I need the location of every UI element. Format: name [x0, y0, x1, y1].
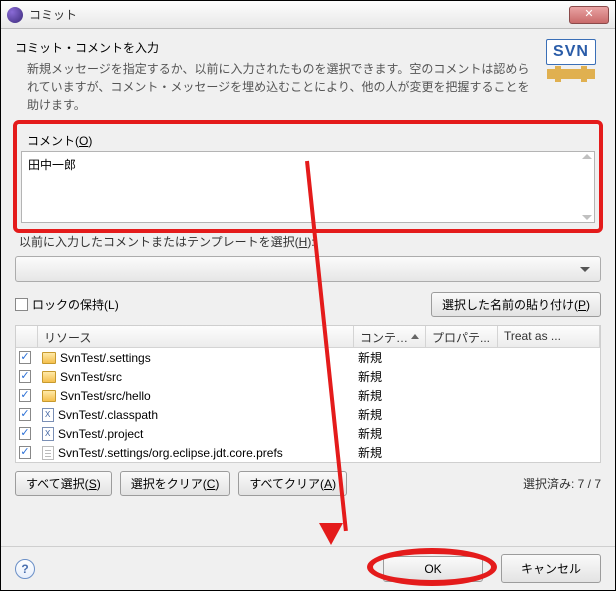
- previous-comment-combo[interactable]: [15, 256, 601, 282]
- dialog-footer: ? OK キャンセル: [1, 546, 615, 590]
- comment-group-highlight: コメント(O) 田中一郎: [13, 120, 603, 233]
- help-button[interactable]: ?: [15, 559, 35, 579]
- cancel-button[interactable]: キャンセル: [501, 554, 601, 583]
- row-checkbox[interactable]: [19, 389, 30, 402]
- ok-button[interactable]: OK: [383, 556, 483, 582]
- lock-label: ロックの保持(L): [32, 296, 119, 313]
- titlebar: コミット ✕: [1, 1, 615, 29]
- table-row[interactable]: SvnTest/src 新規: [16, 367, 600, 386]
- previous-comment-label: 以前に入力したコメントまたはテンプレートを選択(H):: [1, 233, 615, 250]
- xml-icon: [42, 408, 54, 422]
- svn-logo: SVN: [541, 39, 601, 99]
- row-name: SvnTest/.settings/org.eclipse.jdt.core.p…: [58, 446, 283, 460]
- clear-all-button[interactable]: すべてクリア(A): [238, 471, 347, 496]
- paste-names-button[interactable]: 選択した名前の貼り付け(P): [431, 292, 601, 317]
- table-row[interactable]: SvnTest/src/hello 新規: [16, 386, 600, 405]
- row-checkbox[interactable]: [19, 408, 30, 421]
- col-treat[interactable]: Treat as ...: [498, 326, 600, 347]
- comment-value: 田中一郎: [28, 158, 76, 172]
- comment-label: コメント(O): [21, 130, 595, 149]
- folder-icon: [42, 390, 56, 402]
- comment-textarea[interactable]: 田中一郎: [21, 151, 595, 223]
- col-resource[interactable]: リソース: [38, 326, 354, 347]
- row-content: 新規: [354, 368, 426, 385]
- row-content: 新規: [354, 406, 426, 423]
- file-icon: [42, 446, 54, 460]
- commit-dialog: コミット ✕ コミット・コメントを入力 新規メッセージを指定するか、以前に入力さ…: [0, 0, 616, 591]
- folder-icon: [42, 371, 56, 383]
- selection-status: 選択済み: 7 / 7: [523, 475, 601, 492]
- table-row[interactable]: SvnTest/.project 新規: [16, 424, 600, 443]
- header-description: 新規メッセージを指定するか、以前に入力されたものを選択できます。空のコメントは認…: [15, 60, 541, 114]
- row-name: SvnTest/.project: [58, 427, 143, 441]
- row-checkbox[interactable]: [19, 351, 30, 364]
- row-checkbox[interactable]: [19, 427, 30, 440]
- table-header: リソース コンテンツ プロパテ... Treat as ...: [16, 326, 600, 348]
- annotation-arrow-head: [319, 523, 343, 545]
- row-name: SvnTest/src/hello: [60, 389, 151, 403]
- row-checkbox[interactable]: [19, 370, 30, 383]
- row-content: 新規: [354, 349, 426, 366]
- close-button[interactable]: ✕: [569, 6, 609, 24]
- table-row[interactable]: SvnTest/.classpath 新規: [16, 405, 600, 424]
- scroll-down-icon[interactable]: [582, 215, 592, 220]
- table-row[interactable]: SvnTest/.settings 新規: [16, 348, 600, 367]
- row-checkbox[interactable]: [19, 446, 30, 459]
- app-icon: [7, 7, 23, 23]
- row-content: 新規: [354, 387, 426, 404]
- lock-checkbox[interactable]: [15, 298, 28, 311]
- table-row[interactable]: SvnTest/.settings/org.eclipse.jdt.core.p…: [16, 443, 600, 462]
- folder-icon: [42, 352, 56, 364]
- header-heading: コミット・コメントを入力: [15, 39, 541, 56]
- row-name: SvnTest/.classpath: [58, 408, 158, 422]
- xml-icon: [42, 427, 54, 441]
- scroll-up-icon[interactable]: [582, 154, 592, 159]
- window-title: コミット: [29, 6, 569, 23]
- row-name: SvnTest/.settings: [60, 351, 151, 365]
- row-content: 新規: [354, 425, 426, 442]
- clear-selection-button[interactable]: 選択をクリア(C): [120, 471, 231, 496]
- file-table: リソース コンテンツ プロパテ... Treat as ... SvnTest/…: [15, 325, 601, 463]
- row-name: SvnTest/src: [60, 370, 122, 384]
- header: コミット・コメントを入力 新規メッセージを指定するか、以前に入力されたものを選択…: [1, 29, 615, 116]
- col-props[interactable]: プロパテ...: [426, 326, 498, 347]
- chevron-down-icon: [580, 267, 590, 272]
- row-content: 新規: [354, 444, 426, 461]
- col-content[interactable]: コンテンツ: [354, 326, 426, 347]
- select-all-button[interactable]: すべて選択(S): [15, 471, 112, 496]
